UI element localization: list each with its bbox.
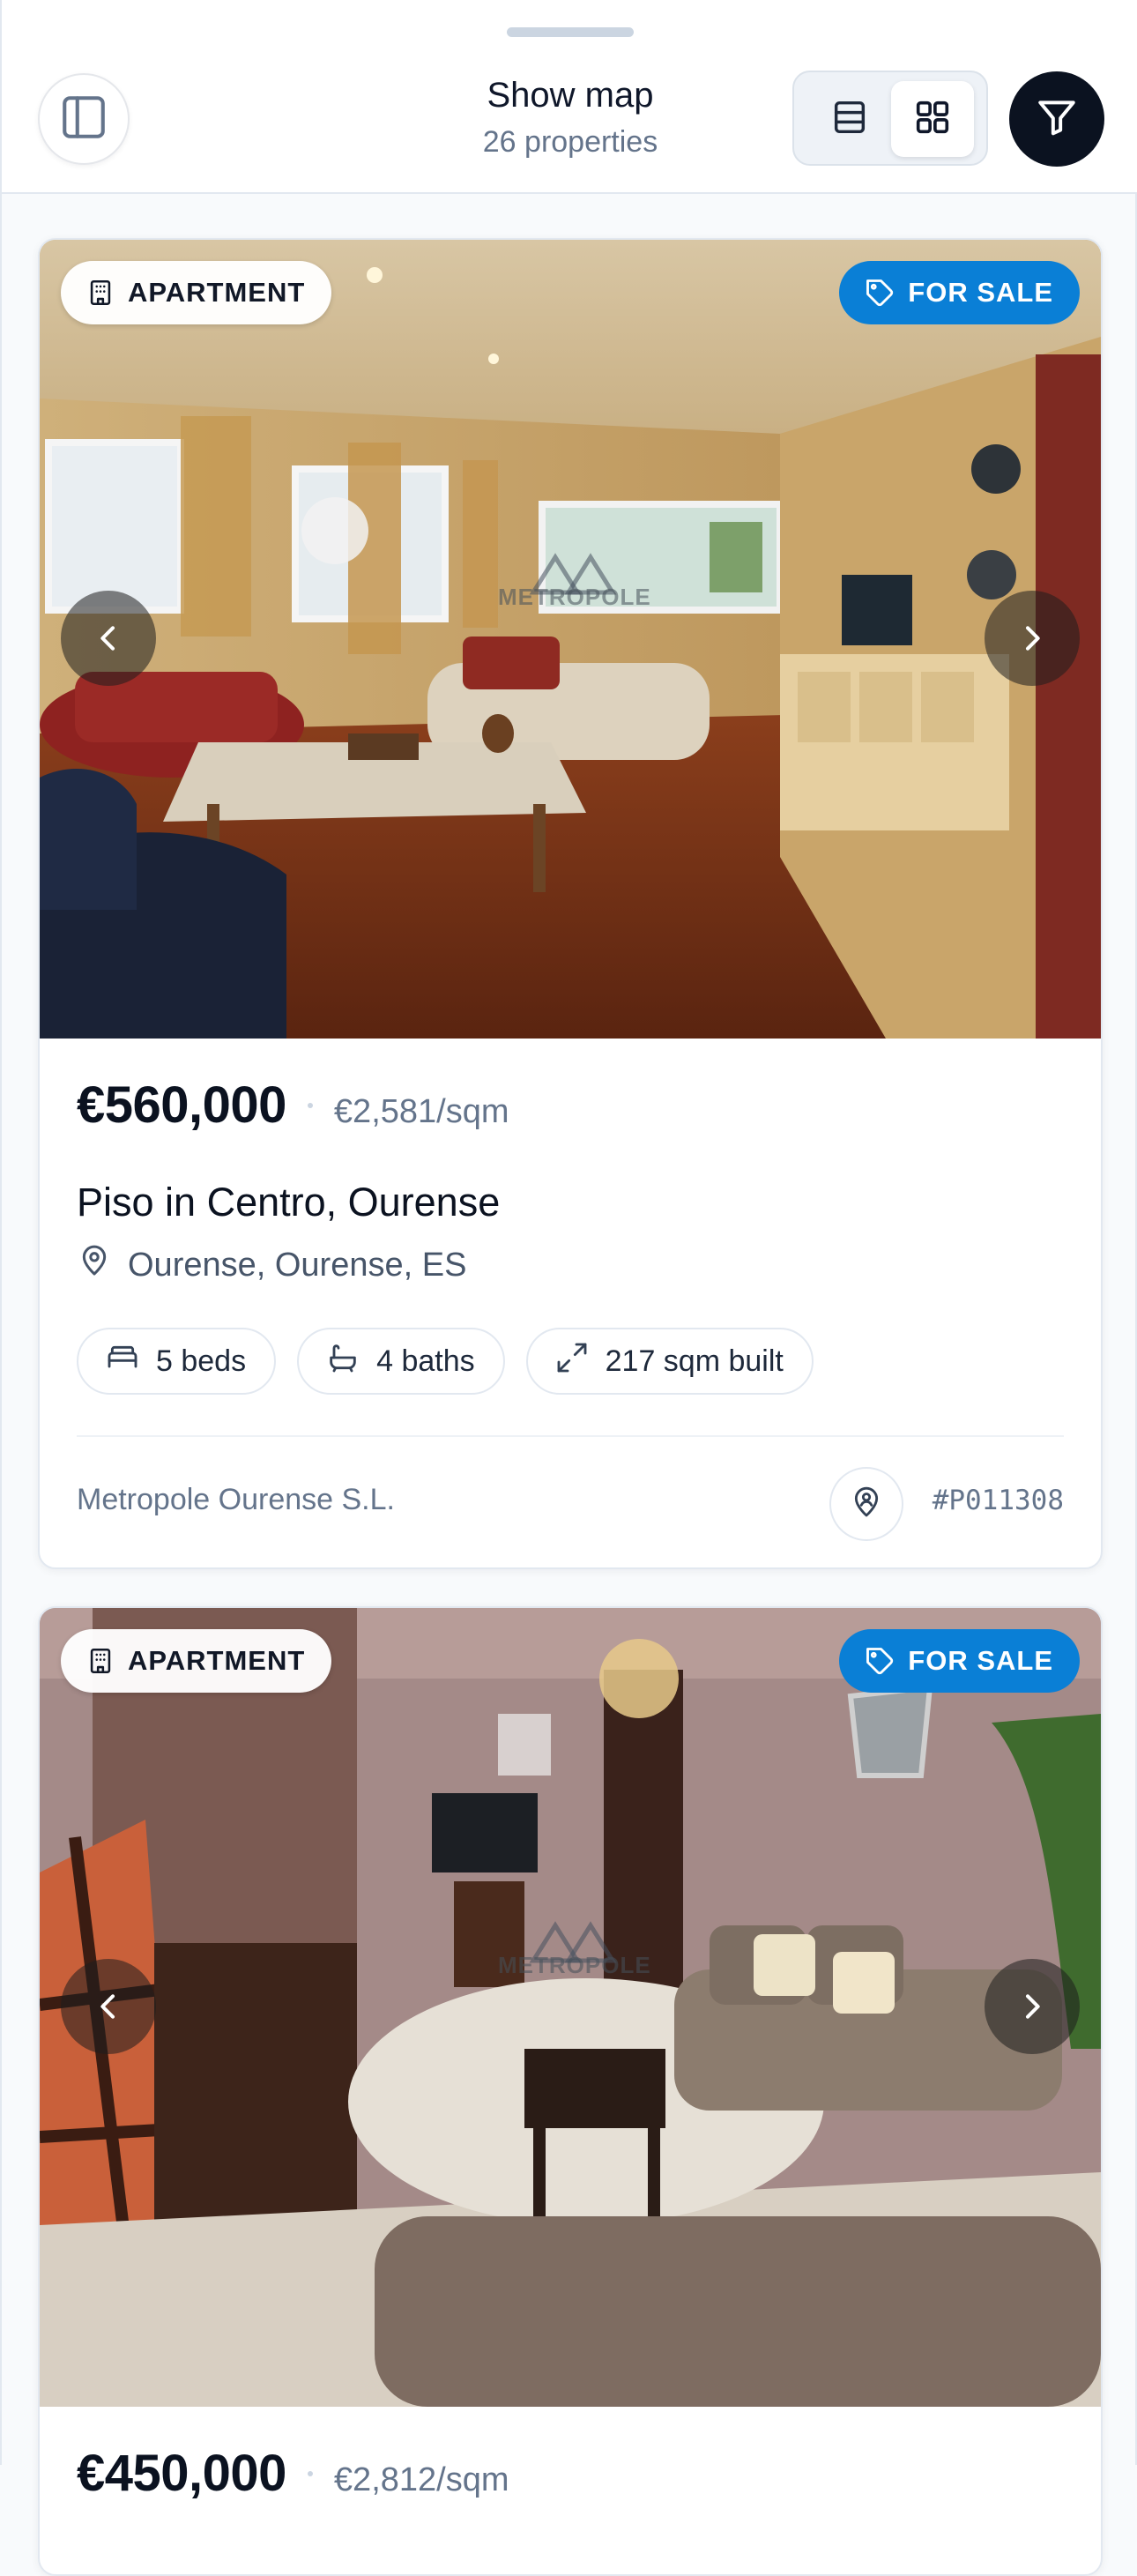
map-pin-icon: [77, 1243, 112, 1287]
listing-price: €560,000: [77, 1076, 286, 1134]
previous-photo-button[interactable]: [61, 591, 156, 686]
next-photo-button[interactable]: [985, 1959, 1080, 2054]
price-row: €450,000 €2,812/sqm: [77, 2444, 509, 2503]
tag-icon: [864, 1645, 895, 1677]
show-map-title[interactable]: Show map: [372, 71, 769, 120]
beds-label: 5 beds: [156, 1344, 247, 1378]
area-chip: 217 sqm built: [525, 1328, 814, 1395]
next-photo-button[interactable]: [985, 591, 1080, 686]
price-per-sqm: €2,812/sqm: [333, 2461, 509, 2498]
building-icon: [85, 278, 115, 308]
listing-card[interactable]: METROPOLE APARTMENT: [38, 1606, 1103, 2576]
filter-button[interactable]: [1009, 71, 1104, 167]
sheet-drag-handle[interactable]: [507, 27, 634, 37]
agent-avatar[interactable]: [829, 1467, 903, 1541]
building-icon: [85, 1646, 115, 1676]
baths-chip: 4 baths: [297, 1328, 505, 1395]
listing-status-label: FOR SALE: [908, 277, 1053, 308]
grid-view-button[interactable]: [891, 81, 974, 157]
property-type-label: APARTMENT: [128, 1645, 306, 1676]
listing-photo[interactable]: METROPOLE APARTMENT FOR SALE: [40, 240, 1101, 1039]
previous-photo-button[interactable]: [61, 1959, 156, 2054]
separator-dot: [307, 1102, 313, 1108]
listing-price: €450,000: [77, 2445, 286, 2502]
view-mode-toggle[interactable]: [792, 71, 988, 166]
listing-status-badge: FOR SALE: [839, 1629, 1080, 1693]
price-per-sqm: €2,581/sqm: [333, 1093, 509, 1130]
list-view-icon: [829, 97, 870, 142]
map-toggle[interactable]: Show map 26 properties: [372, 71, 769, 164]
feature-chips: 5 beds 4 baths 217 sqm built: [77, 1328, 814, 1395]
listing-status-label: FOR SALE: [908, 1645, 1053, 1676]
listing-reference: #P011308: [932, 1485, 1064, 1516]
property-type-badge: APARTMENT: [61, 261, 332, 324]
separator-dot: [307, 2470, 313, 2476]
chevron-left-icon: [91, 1989, 126, 2024]
photo-watermark: METROPOLE: [498, 584, 651, 610]
filter-funnel-icon: [1035, 95, 1079, 144]
agency-name[interactable]: Metropole Ourense S.L.: [77, 1483, 395, 1517]
price-row: €560,000 €2,581/sqm: [77, 1076, 509, 1135]
property-type-label: APARTMENT: [128, 277, 306, 308]
listing-card[interactable]: METROPOLE APARTMENT: [38, 238, 1103, 1569]
card-divider: [77, 1435, 1064, 1437]
chevron-left-icon: [91, 621, 126, 656]
results-header: Show map 26 properties: [2, 0, 1137, 194]
sidebar-panel-icon: [58, 92, 109, 147]
property-count: 26 properties: [482, 125, 658, 159]
location-text: Ourense, Ourense, ES: [128, 1246, 467, 1284]
beds-chip: 5 beds: [77, 1328, 277, 1395]
bath-icon: [325, 1340, 360, 1383]
toggle-sidebar-button[interactable]: [38, 73, 130, 165]
user-pin-icon: [849, 1485, 884, 1524]
chevron-right-icon: [1014, 1989, 1050, 2024]
bottom-sheet: Show map 26 properties METROPOLE APARTME…: [0, 0, 1137, 2576]
grid-view-icon: [912, 97, 953, 142]
chevron-right-icon: [1014, 621, 1050, 656]
list-view-button[interactable]: [808, 81, 891, 157]
baths-label: 4 baths: [376, 1344, 475, 1378]
listing-photo[interactable]: METROPOLE APARTMENT FOR SALE: [40, 1608, 1101, 2407]
listing-location: Ourense, Ourense, ES: [77, 1243, 466, 1287]
bed-icon: [105, 1340, 140, 1383]
listing-status-badge: FOR SALE: [839, 261, 1080, 324]
area-label: 217 sqm built: [605, 1344, 784, 1378]
photo-watermark: METROPOLE: [498, 1952, 651, 1978]
property-type-badge: APARTMENT: [61, 1629, 332, 1693]
expand-icon: [554, 1340, 590, 1383]
tag-icon: [864, 277, 895, 309]
listing-title[interactable]: Piso in Centro, Ourense: [77, 1180, 500, 1225]
